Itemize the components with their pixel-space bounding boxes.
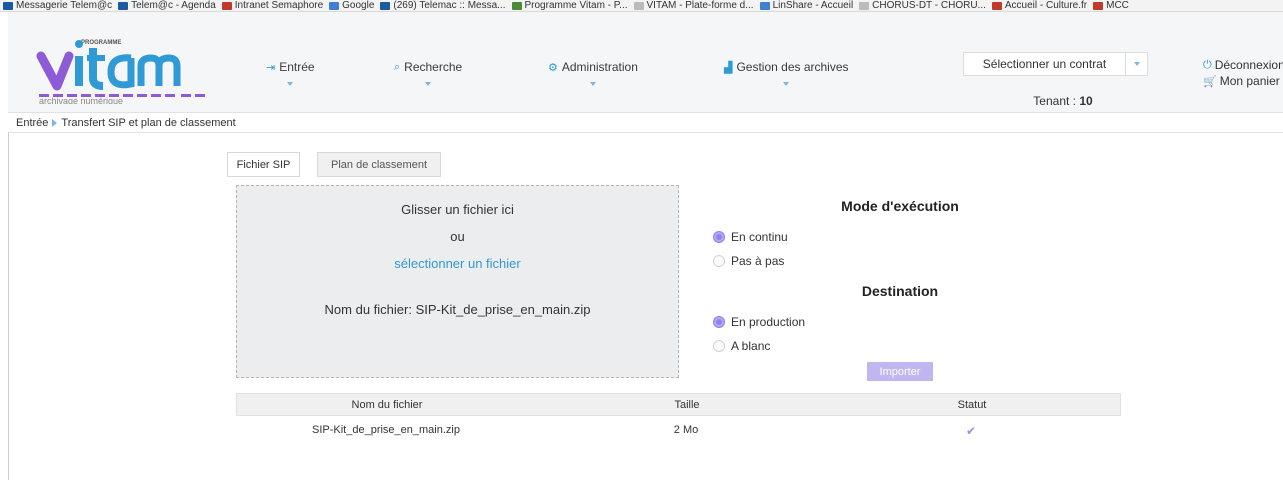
cell-file-name: SIP-Kit_de_prise_en_main.zip bbox=[312, 424, 460, 436]
column-header-name[interactable]: Nom du fichier bbox=[277, 399, 497, 411]
radio-en-continu[interactable]: En continu bbox=[713, 230, 788, 244]
column-header-size[interactable]: Taille bbox=[652, 399, 722, 411]
breadcrumb-entree[interactable]: Entrée bbox=[16, 117, 48, 129]
status-check-icon: ✔ bbox=[965, 424, 977, 438]
logo-programme: PROGRAMME bbox=[81, 40, 121, 46]
bookmark-chorus[interactable]: CHORUS-DT - CHORU... bbox=[856, 0, 989, 11]
destination-title: Destination bbox=[861, 283, 939, 299]
bookmark-vitam-plateforme[interactable]: VITAM - Plate-forme d... bbox=[631, 0, 757, 11]
vitam-logo-mark: PROGRAMME archivage numérique bbox=[36, 40, 205, 106]
mail-icon bbox=[380, 1, 391, 10]
radio-a-blanc[interactable]: A blanc bbox=[713, 339, 770, 353]
radio-checked-icon bbox=[713, 231, 725, 243]
file-dropzone[interactable]: Glisser un fichier ici ou sélectionner u… bbox=[236, 185, 679, 378]
nav-entree[interactable]: ⇥ Entrée bbox=[266, 60, 315, 86]
dropzone-drag-text: Glisser un fichier ici bbox=[401, 202, 514, 217]
chevron-down-icon bbox=[1133, 62, 1140, 66]
dropzone-filename: Nom du fichier: SIP-Kit_de_prise_en_main… bbox=[324, 302, 591, 317]
app-header: PROGRAMME archivage numérique ⇥ Entrée ⌕ R… bbox=[8, 12, 1283, 113]
bookmark-agenda[interactable]: Telem@c - Agenda bbox=[115, 0, 219, 11]
chevron-down-icon bbox=[425, 82, 432, 86]
contract-select-value: Sélectionner un contrat bbox=[982, 57, 1107, 71]
chevron-down-icon bbox=[783, 82, 790, 86]
power-icon: ⏻ bbox=[1203, 58, 1212, 71]
bookmark-intranet[interactable]: Intranet Semaphore bbox=[219, 0, 326, 11]
semaphore-icon bbox=[221, 1, 232, 10]
radio-unchecked-icon bbox=[713, 255, 725, 267]
bookmark-programme-vitam[interactable]: Programme Vitam - P... bbox=[509, 0, 631, 11]
contract-select[interactable]: Sélectionner un contrat bbox=[963, 52, 1148, 76]
bookmark-messagerie[interactable]: Messagerie Telem@c bbox=[0, 0, 115, 11]
login-icon: ⇥ bbox=[266, 61, 276, 74]
select-file-link[interactable]: sélectionner un fichier bbox=[394, 256, 520, 271]
radio-unchecked-icon bbox=[713, 340, 725, 352]
vitam-logo[interactable]: PROGRAMME archivage numérique bbox=[35, 34, 225, 106]
basket-icon: 🛒 bbox=[1203, 75, 1217, 88]
column-header-status[interactable]: Statut bbox=[937, 399, 1007, 411]
chevron-right-icon bbox=[52, 119, 58, 127]
page-icon bbox=[633, 1, 644, 10]
tab-fichier-sip[interactable]: Fichier SIP bbox=[227, 152, 300, 177]
basket-link[interactable]: 🛒 Mon panier bbox=[1203, 74, 1280, 88]
dropzone-or-text: ou bbox=[450, 229, 465, 244]
radio-pas-a-pas[interactable]: Pas à pas bbox=[713, 254, 784, 268]
radio-en-production[interactable]: En production bbox=[713, 315, 805, 329]
nav-administration[interactable]: ⚙ Administration bbox=[548, 60, 638, 86]
google-icon bbox=[329, 1, 340, 10]
nav-recherche[interactable]: ⌕ Recherche bbox=[394, 60, 462, 86]
calendar-icon bbox=[118, 1, 129, 10]
content-left-border bbox=[8, 132, 9, 480]
contract-select-button[interactable] bbox=[1125, 53, 1147, 75]
page-icon bbox=[859, 1, 870, 10]
radio-checked-icon bbox=[713, 316, 725, 328]
table-header-row: Nom du fichier Taille Statut bbox=[236, 393, 1121, 416]
nav-gestion-archives[interactable]: ▟ Gestion des archives bbox=[724, 60, 849, 86]
breadcrumb: Entrée Transfert SIP et plan de classeme… bbox=[16, 117, 236, 129]
mail-icon bbox=[3, 1, 13, 10]
chevron-down-icon bbox=[589, 82, 596, 86]
bookmark-linshare[interactable]: LinShare - Accueil bbox=[757, 0, 857, 11]
gears-icon: ⚙ bbox=[548, 61, 558, 74]
check-icon bbox=[511, 1, 522, 10]
tenant-label: Tenant : 10 bbox=[1033, 94, 1093, 108]
bookmark-telemac[interactable]: (269) Telemac :: Messa... bbox=[377, 0, 508, 11]
share-icon bbox=[759, 1, 770, 10]
cell-file-size: 2 Mo bbox=[673, 424, 699, 436]
chevron-down-icon bbox=[287, 82, 294, 86]
logo-tagline: archivage numérique bbox=[39, 96, 123, 104]
chart-icon: ▟ bbox=[724, 61, 733, 74]
bookmark-culture[interactable]: Accueil - Culture.fr bbox=[989, 0, 1090, 11]
import-button[interactable]: Importer bbox=[867, 362, 933, 381]
tab-plan-de-classement[interactable]: Plan de classement bbox=[317, 152, 441, 177]
bookmark-mcc[interactable]: MCC bbox=[1090, 0, 1132, 11]
breadcrumb-current: Transfert SIP et plan de classement bbox=[61, 117, 236, 129]
flag-icon bbox=[991, 1, 1002, 10]
tenant-value: 10 bbox=[1079, 94, 1093, 108]
breadcrumb-divider bbox=[8, 132, 1283, 133]
search-icon: ⌕ bbox=[394, 60, 401, 73]
bookmark-google[interactable]: Google bbox=[326, 0, 377, 11]
mode-title: Mode d'exécution bbox=[841, 198, 959, 214]
bookmarks-bar: Messagerie Telem@c Telem@c - Agenda Intr… bbox=[0, 0, 1283, 12]
flag-icon bbox=[1093, 1, 1104, 10]
logout-link[interactable]: ⏻ Déconnexion bbox=[1203, 58, 1283, 72]
